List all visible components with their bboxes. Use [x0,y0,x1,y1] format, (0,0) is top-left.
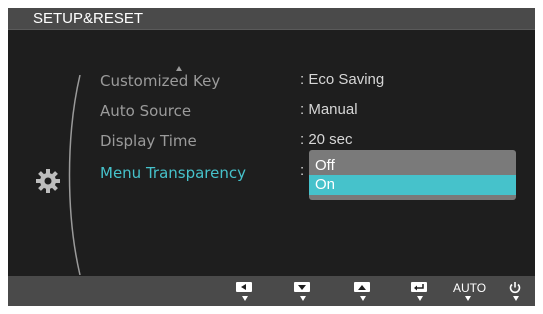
power-button[interactable] [505,280,527,304]
down-indicator-icon [513,296,519,301]
dropdown-option-off[interactable]: Off [309,156,516,176]
dropdown-option-on[interactable]: On [309,175,516,195]
up-arrow-icon [354,282,370,292]
menu-item-customized-key[interactable]: Customized Key [100,71,220,91]
auto-label: AUTO [453,281,487,295]
menu-value-display-time: : 20 sec [300,131,353,148]
down-indicator-icon [465,296,471,301]
down-indicator-icon [242,296,248,301]
auto-button[interactable]: AUTO [453,280,486,304]
up-button[interactable] [352,280,374,304]
menu-title: SETUP&RESET [33,10,144,27]
menu-item-auto-source[interactable]: Auto Source [100,101,191,121]
down-arrow-icon [294,282,310,292]
gear-icon [36,169,60,193]
menu-item-display-time[interactable]: Display Time [100,131,197,151]
menu-value-auto-source: : Manual [300,101,358,118]
enter-button[interactable] [409,280,431,304]
down-indicator-icon [360,296,366,301]
menu-value-menu-transparency: : [300,162,305,179]
menu-value-customized-key: : Eco Saving [300,71,385,88]
left-arrow-icon [236,282,252,292]
transparency-dropdown: Off On [309,150,516,200]
down-indicator-icon [300,296,306,301]
menu-curve-decoration [68,75,81,275]
enter-icon [411,282,427,292]
left-button[interactable] [234,280,256,304]
menu-item-menu-transparency[interactable]: Menu Transparency [100,163,246,183]
button-guide-bar: AUTO [8,276,535,306]
power-icon [509,282,521,294]
title-bar: SETUP&RESET [8,8,535,30]
down-indicator-icon [417,296,423,301]
down-button[interactable] [292,280,314,304]
osd-window: SETUP&RESET Customized Key : Eco Saving … [8,8,535,306]
